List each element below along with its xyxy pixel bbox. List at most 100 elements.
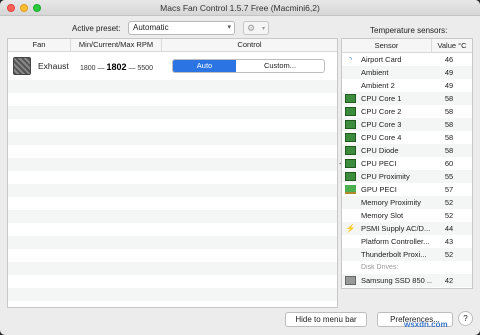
sensor-icon-blank (345, 81, 356, 90)
minimize-icon[interactable] (20, 4, 28, 12)
sensor-row[interactable]: CPU Core 4 58 (342, 131, 472, 144)
auto-button[interactable]: Auto (173, 60, 236, 72)
sensor-row[interactable]: CPU Core 2 58 (342, 105, 472, 118)
zoom-icon[interactable] (33, 4, 41, 12)
sensor-name: CPU Core 1 (361, 94, 402, 103)
sensor-value: 58 (444, 107, 454, 116)
sensor-row[interactable]: CPU Core 1 58 (342, 92, 472, 105)
sensor-icon-blank (345, 250, 356, 259)
sensor-name: CPU Diode (361, 146, 399, 155)
title-bar: Macs Fan Control 1.5.7 Free (Macmini6,2) (0, 0, 480, 16)
fan-control-segmented: Auto Custom... (172, 59, 325, 73)
chip-icon (345, 107, 356, 116)
sensor-row[interactable]: CPU Proximity 55 (342, 170, 472, 183)
sensor-name: Airport Card (361, 55, 402, 64)
fan-rpm-max: 5500 (137, 65, 153, 72)
sensor-name: PSMI Supply AC/D... (361, 224, 431, 233)
sensor-name: CPU Core 3 (361, 120, 402, 129)
gear-menu-button[interactable]: ⚙ ▾ (243, 21, 269, 35)
sensor-icon-blank (345, 263, 356, 272)
temperature-sensors-label: Temperature sensors: (370, 26, 448, 35)
sensor-row[interactable]: Ambient 49 (342, 66, 472, 79)
sensor-value: 43 (444, 237, 454, 246)
column-header-value[interactable]: Value °C (432, 39, 472, 52)
fan-table-header: Fan Min/Current/Max RPM Control (8, 39, 337, 52)
sensor-name: Samsung SSD 850 ... (361, 276, 432, 285)
chip-icon (345, 94, 356, 103)
sensor-name: CPU Core 2 (361, 107, 402, 116)
hide-to-menu-bar-button[interactable]: Hide to menu bar (285, 312, 367, 327)
sensor-icon-blank (345, 68, 356, 77)
sensor-value: 58 (444, 120, 454, 129)
chip-icon (345, 120, 356, 129)
sensor-value: 60 (444, 159, 454, 168)
sensor-table-header: Sensor Value °C (342, 39, 472, 53)
sensor-row[interactable]: Samsung SSD 850 ... 42 (342, 274, 472, 287)
custom-button[interactable]: Custom... (236, 60, 324, 72)
column-header-control[interactable]: Control (162, 39, 337, 51)
column-header-rpm[interactable]: Min/Current/Max RPM (71, 39, 162, 51)
sensor-name: Memory Slot (361, 211, 404, 220)
sensor-row[interactable]: Thunderbolt Proxi... 52 (342, 248, 472, 261)
sensor-table: Sensor Value °C ◝ Airport Card 46 Ambient 49… (341, 38, 473, 289)
sensor-value: 58 (444, 94, 454, 103)
sensor-row[interactable]: Platform Controller... 43 (342, 235, 472, 248)
sensor-row[interactable]: Memory Slot 52 (342, 209, 472, 222)
chip-icon (345, 146, 356, 155)
sensor-value: 52 (444, 211, 454, 220)
sensor-row[interactable]: ⚡ PSMI Supply AC/D... 44 (342, 222, 472, 235)
fan-table: Fan Min/Current/Max RPM Control Exhaust … (7, 38, 338, 308)
chip-icon (345, 159, 356, 168)
chip-icon (345, 133, 356, 142)
sensor-value: 58 (444, 146, 454, 155)
preset-label: Active preset: (72, 24, 121, 33)
sensor-name: Ambient 2 (361, 81, 395, 90)
sensor-icon-blank (345, 198, 356, 207)
bolt-icon: ⚡ (345, 224, 356, 233)
help-button[interactable]: ? (458, 311, 473, 326)
sensor-row[interactable]: Ambient 2 49 (342, 79, 472, 92)
chevron-down-icon: ▾ (261, 26, 265, 32)
app-window: Macs Fan Control 1.5.7 Free (Macmini6,2)… (0, 0, 480, 335)
sensor-name: Ambient (361, 68, 389, 77)
sensor-row[interactable]: CPU PECI 60 (342, 157, 472, 170)
sensor-value: 44 (444, 224, 454, 233)
pci-icon (345, 185, 356, 194)
sensor-value: 49 (444, 81, 454, 90)
sensor-row[interactable]: CPU Diode 58 (342, 144, 472, 157)
gear-icon: ⚙ (247, 23, 256, 33)
sensor-value: 49 (444, 68, 454, 77)
sensor-value: 42 (444, 276, 454, 285)
chip-icon (345, 172, 356, 181)
sensor-name: CPU PECI (361, 159, 397, 168)
window-title: Macs Fan Control 1.5.7 Free (Macmini6,2) (160, 3, 320, 13)
chevron-down-icon: ▾ (227, 24, 231, 31)
ssd-icon (345, 276, 356, 285)
watermark: wsxdn.com (404, 320, 448, 329)
fan-row[interactable]: Exhaust 1800 — 1802 — 5500 Auto Custom..… (8, 52, 337, 80)
fan-rpm: 1800 — 1802 — 5500 (80, 62, 153, 72)
sensor-value: 46 (444, 55, 454, 64)
sensor-name: CPU Core 4 (361, 133, 402, 142)
sensor-row[interactable]: GPU PECI 57 (342, 183, 472, 196)
sensor-icon-blank (345, 237, 356, 246)
preset-value: Automatic (133, 23, 169, 32)
preset-select[interactable]: Automatic ▾ (128, 21, 235, 35)
sensor-rows: ◝ Airport Card 46 Ambient 49 Ambient 2 49 CPU C… (342, 53, 472, 287)
sensor-value: 57 (444, 185, 454, 194)
traffic-lights (7, 4, 41, 12)
sensor-name: CPU Proximity (361, 172, 410, 181)
fan-rpm-current: 1802 (106, 62, 127, 72)
wifi-icon: ◝ (348, 55, 353, 64)
sensor-name: GPU PECI (361, 185, 397, 194)
column-header-fan[interactable]: Fan (8, 39, 71, 51)
sensor-name: Memory Proximity (361, 198, 422, 207)
sensor-row[interactable]: Memory Proximity 52 (342, 196, 472, 209)
sensor-row[interactable]: ◝ Airport Card 46 (342, 53, 472, 66)
column-header-sensor[interactable]: Sensor (342, 39, 432, 52)
close-icon[interactable] (7, 4, 15, 12)
fan-name: Exhaust (38, 61, 69, 71)
sensor-row[interactable]: CPU Core 3 58 (342, 118, 472, 131)
fan-table-empty-rows (8, 80, 337, 301)
sensor-value: 52 (444, 198, 454, 207)
